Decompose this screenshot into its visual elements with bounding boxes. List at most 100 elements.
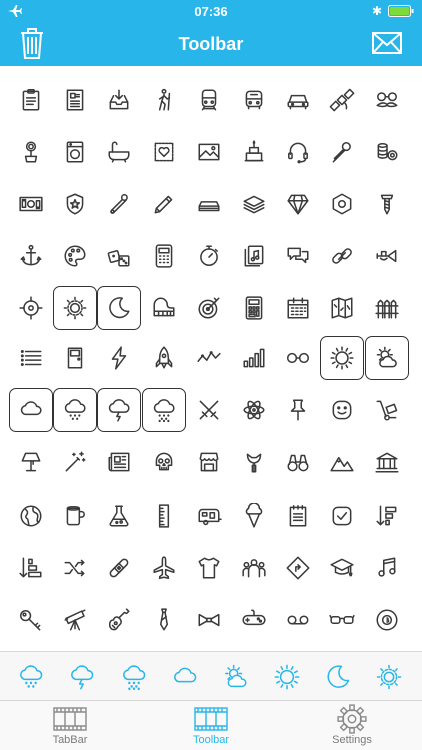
dice-icon[interactable] (97, 234, 141, 278)
crosshair-icon[interactable] (9, 286, 53, 330)
target-icon[interactable] (187, 286, 231, 330)
cloud-icon[interactable] (169, 661, 201, 693)
calculator-icon[interactable] (232, 286, 276, 330)
palette-icon[interactable] (53, 234, 97, 278)
lamp-icon[interactable] (9, 440, 53, 484)
tie-icon[interactable] (142, 598, 186, 642)
ruler-icon[interactable] (142, 494, 186, 538)
moon-icon[interactable] (97, 286, 141, 330)
flower-pot-icon[interactable] (9, 130, 53, 174)
washing-machine-icon[interactable] (53, 130, 97, 174)
sun-icon[interactable] (271, 661, 303, 693)
globe-icon[interactable] (9, 494, 53, 538)
hex-nut-icon[interactable] (320, 182, 364, 226)
cloud-snow-icon[interactable] (53, 388, 97, 432)
swords-icon[interactable] (187, 388, 231, 432)
mountains-icon[interactable] (320, 440, 364, 484)
graduation-cap-icon[interactable] (320, 546, 364, 590)
cloud-lightning-icon[interactable] (66, 661, 98, 693)
diamond-icon[interactable] (276, 182, 320, 226)
mug-icon[interactable] (53, 494, 97, 538)
safety-pin-icon[interactable] (97, 182, 141, 226)
sun-day-icon[interactable] (373, 661, 405, 693)
glasses-round-icon[interactable] (276, 336, 320, 380)
chat-icon[interactable] (276, 234, 320, 278)
sun-icon[interactable] (320, 336, 364, 380)
sun-cloud-icon[interactable] (220, 661, 252, 693)
atom-icon[interactable] (232, 388, 276, 432)
check-box-icon[interactable] (320, 494, 364, 538)
sun-cloud-icon[interactable] (365, 336, 409, 380)
picture-icon[interactable] (187, 130, 231, 174)
cloud-hail-icon[interactable] (118, 661, 150, 693)
layers-icon[interactable] (232, 182, 276, 226)
newspaper-icon[interactable] (97, 440, 141, 484)
road-sign-icon[interactable] (276, 546, 320, 590)
satellite-icon[interactable] (320, 78, 364, 122)
fence-icon[interactable] (365, 286, 409, 330)
airplane-icon[interactable] (142, 546, 186, 590)
sort-down-icon[interactable] (365, 494, 409, 538)
sun-day-icon[interactable] (53, 286, 97, 330)
calendar-icon[interactable] (276, 286, 320, 330)
shop-icon[interactable] (187, 440, 231, 484)
train-icon[interactable] (187, 78, 231, 122)
glasses-icon[interactable] (320, 598, 364, 642)
screw-icon[interactable] (365, 182, 409, 226)
money-icon[interactable] (9, 182, 53, 226)
cloud-snow-icon[interactable] (15, 661, 47, 693)
bank-icon[interactable] (365, 440, 409, 484)
tab-toolbar[interactable]: Toolbar (141, 704, 281, 746)
stamp-heart-icon[interactable] (142, 130, 186, 174)
guitar-icon[interactable] (97, 598, 141, 642)
bar-graph-icon[interactable] (232, 336, 276, 380)
telescope-icon[interactable] (53, 598, 97, 642)
key-icon[interactable] (9, 598, 53, 642)
mustache-icon[interactable] (365, 78, 409, 122)
music-note-icon[interactable] (365, 546, 409, 590)
coins-icon[interactable] (365, 130, 409, 174)
t-shirt-icon[interactable] (187, 546, 231, 590)
bathtub-icon[interactable] (97, 130, 141, 174)
calculator-old-icon[interactable] (142, 234, 186, 278)
rocket-icon[interactable] (142, 336, 186, 380)
music-file-icon[interactable] (232, 234, 276, 278)
anchor-icon[interactable] (9, 234, 53, 278)
car-icon[interactable] (276, 78, 320, 122)
slingshot-icon[interactable] (232, 440, 276, 484)
tab-settings[interactable]: Settings (282, 704, 422, 746)
hiker-icon[interactable] (142, 78, 186, 122)
binoculars-icon[interactable] (276, 440, 320, 484)
lightning-icon[interactable] (97, 336, 141, 380)
microphone-icon[interactable] (320, 130, 364, 174)
cloud-icon[interactable] (9, 388, 53, 432)
trumpet-icon[interactable] (365, 234, 409, 278)
link-icon[interactable] (320, 234, 364, 278)
caravan-icon[interactable] (187, 494, 231, 538)
cloud-hail-icon[interactable] (142, 388, 186, 432)
mail-icon[interactable] (372, 32, 402, 54)
document-icon[interactable] (53, 78, 97, 122)
sort-bars-icon[interactable] (9, 546, 53, 590)
door-icon[interactable] (53, 336, 97, 380)
smiley-icon[interactable] (320, 388, 364, 432)
voicemail-icon[interactable] (276, 598, 320, 642)
pencil-icon[interactable] (142, 182, 186, 226)
bow-tie-icon[interactable] (187, 598, 231, 642)
stopwatch-icon[interactable] (187, 234, 231, 278)
gamepad-icon[interactable] (232, 598, 276, 642)
tab-tabbar[interactable]: TabBar (0, 704, 140, 746)
shield-star-icon[interactable] (53, 182, 97, 226)
piano-icon[interactable] (142, 286, 186, 330)
flask-icon[interactable] (97, 494, 141, 538)
moon-icon[interactable] (322, 661, 354, 693)
skull-icon[interactable] (142, 440, 186, 484)
notepad-icon[interactable] (276, 494, 320, 538)
headset-icon[interactable] (276, 130, 320, 174)
billiard-ball-icon[interactable] (365, 598, 409, 642)
shuffle-icon[interactable] (53, 546, 97, 590)
crowd-icon[interactable] (232, 546, 276, 590)
map-icon[interactable] (320, 286, 364, 330)
hand-truck-icon[interactable] (365, 388, 409, 432)
cloud-lightning-icon[interactable] (97, 388, 141, 432)
